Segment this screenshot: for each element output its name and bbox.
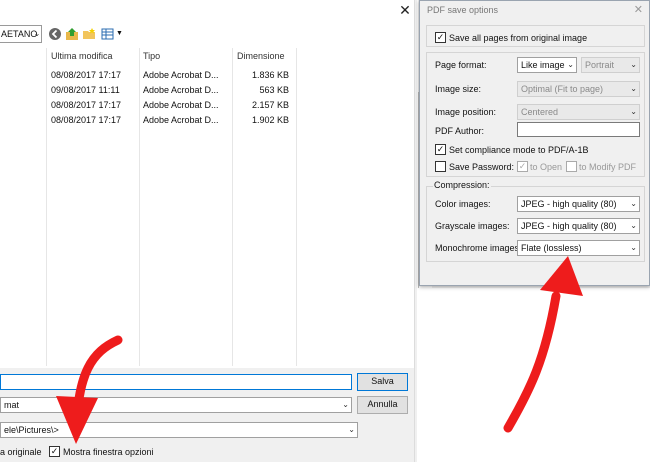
compliance-checkbox[interactable]: ✓ bbox=[435, 144, 446, 155]
page-format-value: Like image bbox=[521, 60, 565, 70]
keep-original-label[interactable]: a originale bbox=[0, 447, 42, 457]
caret-down-icon[interactable]: ▼ bbox=[116, 30, 123, 37]
pdf-suffix-label: PDF bbox=[618, 162, 636, 172]
chevron-down-icon: ⌄ bbox=[348, 425, 355, 434]
to-open-label[interactable]: to Open bbox=[530, 162, 562, 172]
file-modified: 08/08/2017 17:17 bbox=[51, 100, 122, 110]
color-images-combo[interactable]: JPEG - high quality (80) ⌄ bbox=[517, 196, 640, 212]
save-password-label[interactable]: Save Password: bbox=[449, 162, 514, 172]
save-dialog: ✕ AETANO ⌄ ▼ Ultima modifica Tipo Dimens… bbox=[0, 0, 417, 462]
save-button[interactable]: Salva bbox=[357, 373, 408, 391]
image-size-label: Image size: bbox=[435, 84, 482, 94]
up-folder-icon[interactable] bbox=[65, 27, 79, 41]
page-format-label: Page format: bbox=[435, 60, 487, 70]
save-password-checkbox[interactable] bbox=[435, 161, 446, 172]
monochrome-images-label: Monochrome images: bbox=[435, 243, 522, 253]
folder-combo[interactable]: ele\Pictures\> ⌄ bbox=[0, 422, 358, 438]
chevron-down-icon: ⌄ bbox=[630, 243, 637, 252]
orientation-value: Portrait bbox=[585, 60, 615, 70]
file-type: Adobe Acrobat D... bbox=[143, 100, 219, 110]
save-all-pages-checkbox[interactable]: ✓ bbox=[435, 32, 446, 43]
image-position-combo[interactable]: Centered ⌄ bbox=[517, 104, 640, 120]
show-options-checkbox[interactable]: ✓ bbox=[49, 446, 60, 457]
pdf-options-window: PDF save options ✕ ✓ Save all pages from… bbox=[419, 0, 650, 286]
image-size-value: Optimal (Fit to page) bbox=[521, 84, 604, 94]
monochrome-images-combo[interactable]: Flate (lossless) ⌄ bbox=[517, 240, 640, 256]
image-position-value: Centered bbox=[521, 107, 559, 117]
file-row[interactable]: 08/08/2017 17:17 Adobe Acrobat D... 1.90… bbox=[0, 115, 297, 130]
chevron-down-icon: ⌄ bbox=[630, 199, 637, 208]
chevron-down-icon: ⌄ bbox=[630, 60, 637, 69]
color-images-value: JPEG - high quality (80) bbox=[521, 199, 617, 209]
file-size: 2.157 KB bbox=[251, 100, 289, 110]
file-list-header: Ultima modifica Tipo Dimensione bbox=[0, 51, 297, 63]
chevron-down-icon: ⌄ bbox=[630, 221, 637, 230]
grayscale-images-combo[interactable]: JPEG - high quality (80) ⌄ bbox=[517, 218, 640, 234]
dialog-border bbox=[414, 0, 417, 462]
filename-input[interactable] bbox=[0, 374, 352, 390]
page-format-combo[interactable]: Like image ⌄ bbox=[517, 57, 577, 73]
color-images-label: Color images: bbox=[435, 199, 491, 209]
pdf-author-label: PDF Author: bbox=[435, 126, 485, 136]
to-modify-label[interactable]: to Modify bbox=[579, 162, 616, 172]
save-all-pages-label[interactable]: Save all pages from original image bbox=[449, 33, 587, 43]
format-value: mat bbox=[4, 400, 20, 410]
image-position-label: Image position: bbox=[435, 107, 497, 117]
to-modify-checkbox[interactable] bbox=[566, 161, 577, 172]
orientation-combo[interactable]: Portrait ⌄ bbox=[581, 57, 640, 73]
file-type: Adobe Acrobat D... bbox=[143, 70, 219, 80]
file-modified: 08/08/2017 17:17 bbox=[51, 115, 122, 125]
compression-label: Compression: bbox=[433, 180, 491, 190]
column-modified[interactable]: Ultima modifica bbox=[51, 51, 113, 61]
grayscale-images-label: Grayscale images: bbox=[435, 221, 510, 231]
file-row[interactable]: 09/08/2017 11:11 Adobe Acrobat D... 563 … bbox=[0, 85, 297, 100]
file-size: 1.902 KB bbox=[251, 115, 289, 125]
file-modified: 08/08/2017 17:17 bbox=[51, 70, 122, 80]
chevron-down-icon: ⌄ bbox=[630, 84, 637, 93]
chevron-down-icon: ⌄ bbox=[630, 107, 637, 116]
window-title: PDF save options bbox=[427, 5, 499, 15]
new-folder-icon[interactable] bbox=[82, 27, 96, 41]
image-size-combo[interactable]: Optimal (Fit to page) ⌄ bbox=[517, 81, 640, 97]
pdf-author-input[interactable] bbox=[517, 122, 640, 137]
close-icon[interactable]: ✕ bbox=[397, 2, 413, 18]
close-icon[interactable]: ✕ bbox=[634, 3, 643, 16]
compliance-label[interactable]: Set compliance mode to PDF/A-1B bbox=[449, 145, 589, 155]
column-size[interactable]: Dimensione bbox=[237, 51, 285, 61]
view-menu-icon[interactable] bbox=[101, 27, 115, 41]
file-size: 1.836 KB bbox=[251, 70, 289, 80]
file-row[interactable]: 08/08/2017 17:17 Adobe Acrobat D... 2.15… bbox=[0, 100, 297, 115]
file-row[interactable]: 08/08/2017 17:17 Adobe Acrobat D... 1.83… bbox=[0, 70, 297, 85]
cancel-button[interactable]: Annulla bbox=[357, 396, 408, 414]
back-icon[interactable] bbox=[48, 27, 62, 41]
chevron-down-icon: ⌄ bbox=[567, 60, 574, 69]
folder-value: ele\Pictures\> bbox=[4, 425, 59, 435]
grayscale-images-value: JPEG - high quality (80) bbox=[521, 221, 617, 231]
format-combo[interactable]: mat ⌄ bbox=[0, 397, 352, 413]
chevron-down-icon: ⌄ bbox=[342, 400, 349, 409]
monochrome-images-value: Flate (lossless) bbox=[521, 243, 582, 253]
chevron-down-icon[interactable]: ⌄ bbox=[31, 25, 43, 43]
file-type: Adobe Acrobat D... bbox=[143, 115, 219, 125]
to-open-checkbox[interactable]: ✓ bbox=[517, 161, 528, 172]
file-size: 563 KB bbox=[259, 85, 289, 95]
file-type: Adobe Acrobat D... bbox=[143, 85, 219, 95]
show-options-label[interactable]: Mostra finestra opzioni bbox=[63, 447, 154, 457]
file-modified: 09/08/2017 11:11 bbox=[51, 85, 120, 95]
column-type[interactable]: Tipo bbox=[143, 51, 160, 61]
